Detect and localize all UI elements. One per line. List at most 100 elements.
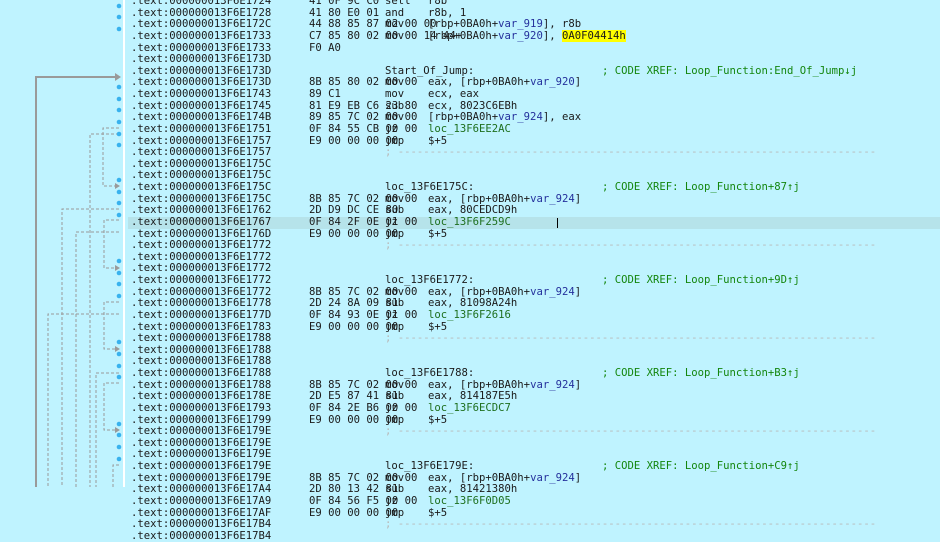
operand-text: $+5 bbox=[428, 506, 448, 519]
listing-row[interactable]: .text:000000013F6E1793 0F 84 2E B6 00 00 j… bbox=[128, 401, 940, 415]
opcode-bytes: F0 A0 bbox=[309, 41, 341, 54]
operand-text: $+5 bbox=[428, 320, 448, 333]
mnemonic: mov bbox=[385, 88, 405, 100]
jump-target-label[interactable]: loc_13F6EE2AC bbox=[428, 123, 511, 135]
opcode-bytes: 0F 84 2E B6 00 00 bbox=[309, 401, 418, 414]
operand-text: $+5 bbox=[428, 413, 448, 426]
opcode-bytes: 0F 84 2F 0E 01 00 bbox=[309, 215, 418, 228]
address: .text:000000013F6E1743 bbox=[131, 88, 272, 100]
listing-row[interactable]: .text:000000013F6E1733 C7 85 80 02 00 00 … bbox=[128, 29, 940, 43]
operand-prefix: eax, [rbp+0BA0h+ bbox=[428, 285, 531, 298]
mnemonic: jmp bbox=[385, 506, 405, 519]
address: .text:000000013F6E17B4 bbox=[131, 529, 272, 542]
jump-target-label[interactable]: loc_13F6F259C bbox=[428, 216, 511, 228]
address: .text:000000013F6E1772 bbox=[131, 274, 272, 286]
address: .text:000000013F6E17A4 bbox=[131, 483, 272, 496]
operand-suffix: ] bbox=[574, 192, 582, 205]
listing-row[interactable]: .text:000000013F6E17A4 2D 80 13 42 81 sub e… bbox=[128, 483, 940, 496]
stack-variable[interactable]: var_920 bbox=[530, 76, 575, 89]
operand-prefix: eax, [rbp+0BA0h+ bbox=[428, 378, 531, 391]
operand-prefix: eax, [rbp+0BA0h+ bbox=[428, 76, 531, 89]
xref-comment[interactable]: ; CODE XREF: Loop_Function+B3↑j bbox=[602, 367, 800, 380]
listing-row[interactable]: .text:000000013F6E173D bbox=[128, 53, 940, 66]
operand-text: eax, 81421380h bbox=[428, 483, 518, 496]
separator-line: ; --------------------------------------… bbox=[385, 146, 877, 159]
xref-comment[interactable]: ; CODE XREF: Loop_Function+9D↑j bbox=[602, 274, 800, 287]
operand-prefix: eax, [rbp+0BA0h+ bbox=[428, 192, 531, 205]
operand[interactable]: [rbp+0BA0h+var_920], 0A0F04414h bbox=[428, 29, 626, 43]
stack-variable[interactable]: var_924 bbox=[498, 111, 543, 123]
operand-suffix: ], r8b bbox=[542, 18, 582, 31]
listing-row[interactable]: .text:000000013F6E179E; ----------------… bbox=[128, 425, 940, 438]
dashed-jump-lines bbox=[47, 127, 119, 487]
address: .text:000000013F6E175C bbox=[131, 181, 272, 193]
opcode-bytes: 0F 84 56 F5 00 00 bbox=[309, 494, 418, 507]
xref-comment[interactable]: ; CODE XREF: Loop_Function+87↑j bbox=[602, 181, 800, 194]
disassembly-listing[interactable]: .text:000000013F6E1724 41 0F 9C C0 setl r8b… bbox=[128, 0, 940, 542]
jump-target-label[interactable]: loc_13F6ECDC7 bbox=[428, 402, 511, 414]
separator-line: ; --------------------------------------… bbox=[385, 425, 877, 438]
highlighted-constant[interactable]: 0A0F04414h bbox=[561, 29, 626, 42]
mnemonic: mov bbox=[385, 29, 405, 42]
loop-back-arrow bbox=[35, 73, 121, 487]
address: .text:000000013F6E1793 bbox=[131, 401, 272, 414]
listing-row[interactable]: .text:000000013F6E17AF E9 00 00 00 00 jmp $… bbox=[128, 506, 940, 520]
address: .text:000000013F6E1788 bbox=[131, 367, 272, 379]
jump-arrows-gutter bbox=[35, 0, 125, 487]
listing-row[interactable]: .text:000000013F6E1743 89 C1 mov ecx, eax bbox=[128, 88, 940, 101]
opcode-bytes: 0F 84 93 0E 01 00 bbox=[309, 308, 418, 321]
stack-variable[interactable]: var_924 bbox=[530, 472, 575, 484]
operand-text: $+5 bbox=[428, 134, 448, 147]
address: .text:000000013F6E17B4 bbox=[131, 518, 272, 531]
listing-row[interactable]: .text:000000013F6E17B4 bbox=[128, 529, 940, 542]
stack-variable[interactable]: var_920 bbox=[498, 30, 543, 42]
operand-prefix: [rbp+0BA0h+ bbox=[428, 111, 499, 124]
listing-row[interactable]: .text:000000013F6E177D 0F 84 93 0E 01 00 j… bbox=[128, 308, 940, 322]
operand-text: eax, 814187E5h bbox=[428, 390, 518, 403]
operand-text: ecx, 8023C6EBh bbox=[428, 99, 518, 112]
listing-row[interactable]: .text:000000013F6E17B4 ; ----------------… bbox=[128, 518, 940, 531]
operand-text: $+5 bbox=[428, 227, 448, 240]
address: .text:000000013F6E17A9 bbox=[131, 494, 272, 507]
text-cursor bbox=[557, 217, 558, 228]
mnemonic: jz bbox=[385, 401, 398, 414]
opcode-bytes: 0F 84 55 CB 00 00 bbox=[309, 122, 418, 135]
listing-row[interactable]: .text:000000013F6E1772; ----------------… bbox=[128, 239, 940, 252]
operand-suffix: ], bbox=[542, 29, 562, 42]
stack-variable[interactable]: var_924 bbox=[530, 379, 575, 391]
address: .text:000000013F6E1751 bbox=[131, 122, 272, 135]
mnemonic: jz bbox=[385, 215, 398, 228]
operand-text: r8b, 1 bbox=[428, 6, 467, 19]
operand-prefix: [rbp+0BA0h+ bbox=[428, 29, 499, 42]
selected-listing-row[interactable]: .text:000000013F6E1767 0F 84 2F 0E 01 00 j… bbox=[128, 215, 940, 229]
stack-variable[interactable]: var_919 bbox=[498, 18, 543, 30]
operand-prefix: [rbp+0BA0h+ bbox=[428, 18, 499, 31]
operand-text: eax, 81098A24h bbox=[428, 297, 518, 310]
jump-target-label[interactable]: loc_13F6F0D05 bbox=[428, 495, 511, 507]
stack-variable[interactable]: var_924 bbox=[530, 286, 575, 298]
listing-row[interactable]: .text:000000013F6E1751 0F 84 55 CB 00 00 j… bbox=[128, 122, 940, 136]
operand-prefix: eax, [rbp+0BA0h+ bbox=[428, 471, 531, 484]
separator-line: ; --------------------------------------… bbox=[385, 332, 877, 345]
operand-suffix: ] bbox=[574, 285, 582, 298]
operand-text: eax, 80CEDCD9h bbox=[428, 204, 518, 217]
address: .text:000000013F6E177D bbox=[131, 308, 272, 321]
stack-variable[interactable]: var_924 bbox=[530, 193, 575, 205]
separator-line: ; --------------------------------------… bbox=[385, 518, 877, 531]
jump-target-label[interactable]: loc_13F6F2616 bbox=[428, 309, 511, 321]
operand[interactable]: $+5 bbox=[428, 506, 448, 520]
xref-comment[interactable]: ; CODE XREF: Loop_Function:End_Of_Jump↓j bbox=[602, 65, 857, 78]
address: .text:000000013F6E179E bbox=[131, 460, 272, 472]
mnemonic: jz bbox=[385, 494, 398, 507]
operand-suffix: ] bbox=[574, 471, 582, 484]
opcode-bytes: 89 C1 bbox=[309, 88, 341, 100]
listing-row[interactable]: .text:000000013F6E17A9 0F 84 56 F5 00 00 j… bbox=[128, 494, 940, 508]
mnemonic: jz bbox=[385, 308, 398, 321]
mnemonic: sub bbox=[385, 483, 405, 496]
xref-comment[interactable]: ; CODE XREF: Loop_Function+C9↑j bbox=[602, 460, 800, 473]
operand-suffix: ] bbox=[574, 76, 582, 89]
listing-row[interactable]: .text:000000013F6E1788; ----------------… bbox=[128, 332, 940, 345]
operand-suffix: ], eax bbox=[542, 111, 582, 124]
listing-row[interactable]: .text:000000013F6E1757; ----------------… bbox=[128, 146, 940, 159]
address: .text:000000013F6E17AF bbox=[131, 506, 272, 519]
